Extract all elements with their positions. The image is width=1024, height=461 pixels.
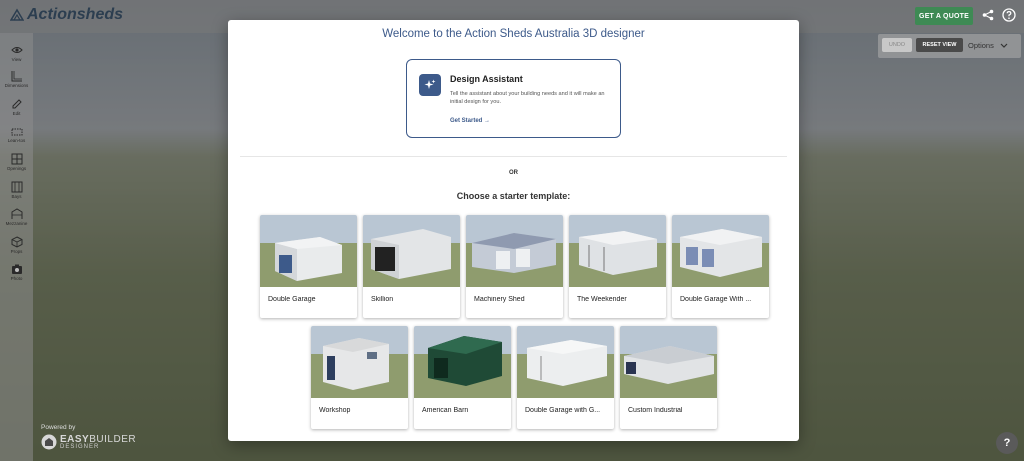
get-a-quote-button[interactable]: GET A QUOTE: [915, 7, 973, 25]
template-card-custom-industrial[interactable]: Custom Industrial: [620, 326, 717, 429]
template-label: Double Garage with G...: [525, 407, 601, 414]
sidebar-item-label: Openings: [6, 166, 27, 171]
sidebar-item-label: Photo: [10, 276, 23, 281]
sidebar-item-photo[interactable]: Photo: [0, 256, 33, 288]
template-card-american-barn[interactable]: American Barn: [414, 326, 511, 429]
logo-text: Actionsheds: [27, 6, 124, 23]
sidebar-item-label: Mezzanine: [5, 221, 28, 226]
bays-icon: [11, 181, 22, 193]
sidebar-item-label: Dimensions: [4, 83, 29, 88]
template-card-workshop[interactable]: Workshop: [311, 326, 408, 429]
help-button[interactable]: ?: [996, 432, 1018, 454]
template-card-double-garage[interactable]: Double Garage: [260, 215, 357, 318]
template-label: Workshop: [319, 407, 351, 414]
options-label: Options: [968, 41, 994, 50]
template-card-double-garage-with[interactable]: Double Garage With ...: [672, 215, 769, 318]
builder-text: BUILDER: [89, 433, 137, 445]
options-dropdown[interactable]: Options: [968, 39, 1016, 52]
or-label: OR: [509, 170, 518, 176]
logo-mark-icon: [10, 8, 24, 21]
brand-logo: Actionsheds: [10, 6, 123, 24]
sidebar-item-label: Bays: [11, 194, 22, 199]
get-started-link[interactable]: Get Started →: [450, 118, 490, 124]
template-thumbnail: [466, 215, 563, 287]
reset-view-button[interactable]: RESET VIEW: [916, 38, 963, 52]
design-assistant-card[interactable]: Design Assistant Tell the assistant abou…: [406, 59, 621, 138]
section-divider: [240, 156, 787, 157]
sidebar-item-label: Props: [10, 249, 23, 254]
easy-builder-logo: EASYBUILDER DESIGNER: [41, 434, 136, 450]
template-thumbnail: [414, 326, 511, 398]
template-thumbnail: [620, 326, 717, 398]
template-card-the-weekender[interactable]: The Weekender: [569, 215, 666, 318]
tool-sidebar: View Dimensions Edit Lean-tos Openings B…: [0, 33, 33, 461]
pencil-icon: [12, 99, 22, 109]
template-thumbnail: [569, 215, 666, 287]
template-card-double-garage-with-g[interactable]: Double Garage with G...: [517, 326, 614, 429]
modal-title: Welcome to the Action Sheds Australia 3D…: [382, 28, 645, 40]
template-thumbnail: [517, 326, 614, 398]
template-thumbnail: [260, 215, 357, 287]
window-icon: [11, 153, 22, 165]
help-circle-icon[interactable]: [1002, 8, 1016, 22]
powered-by-text: Powered by: [41, 424, 76, 431]
template-thumbnail: [311, 326, 408, 398]
box-icon: [11, 236, 22, 248]
undo-button[interactable]: UNDO: [882, 38, 912, 52]
sidebar-item-label: Lean-tos: [7, 138, 26, 143]
lean-to-icon: [11, 128, 22, 136]
template-label: Double Garage With ...: [680, 296, 752, 303]
house-badge-icon: [41, 434, 57, 450]
template-card-skillion[interactable]: Skillion: [363, 215, 460, 318]
easy-text: EASY: [60, 433, 90, 445]
template-label: Double Garage: [268, 296, 316, 303]
template-label: The Weekender: [577, 296, 627, 303]
assistant-description: Tell the assistant about your building n…: [450, 91, 605, 105]
chevron-down-icon: [1000, 43, 1008, 48]
sidebar-item-label: View: [11, 57, 22, 62]
template-thumbnail: [363, 215, 460, 287]
ruler-icon: [11, 71, 22, 82]
sidebar-item-label: Edit: [12, 111, 21, 116]
share-icon[interactable]: [982, 9, 994, 21]
camera-icon: [11, 264, 22, 274]
template-label: Machinery Shed: [474, 296, 525, 303]
mezzanine-icon: [11, 208, 22, 219]
welcome-modal: Welcome to the Action Sheds Australia 3D…: [228, 20, 799, 441]
eye-icon: [10, 47, 23, 53]
sparkle-icon: [419, 74, 441, 96]
template-label: Custom Industrial: [628, 407, 683, 414]
template-thumbnail: [672, 215, 769, 287]
template-card-machinery-shed[interactable]: Machinery Shed: [466, 215, 563, 318]
choose-template-heading: Choose a starter template:: [456, 191, 571, 201]
template-label: Skillion: [371, 296, 394, 303]
template-label: American Barn: [422, 407, 469, 414]
assistant-title: Design Assistant: [450, 74, 523, 84]
